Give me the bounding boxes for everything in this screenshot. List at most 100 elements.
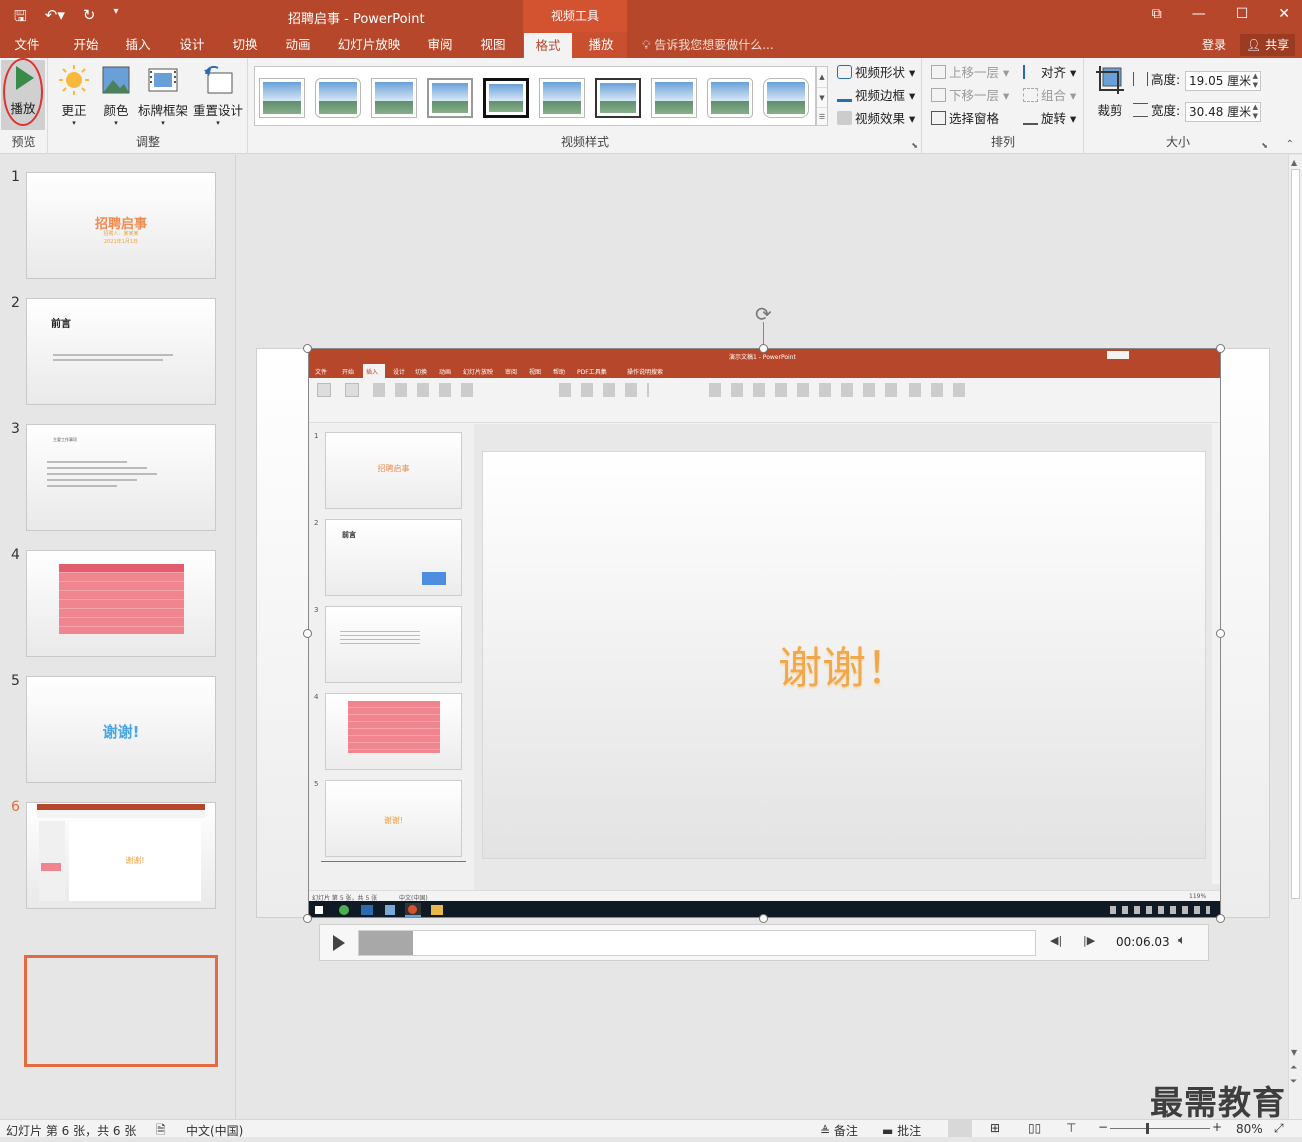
zoom-slider[interactable] [1110,1123,1210,1134]
resize-handle[interactable] [303,344,312,353]
align-button[interactable]: 对齐 ▾ [1023,63,1076,83]
tab-file[interactable]: 文件 [0,32,54,58]
notes-button[interactable]: ≜ 备注 [820,1122,858,1139]
timeline-bar[interactable] [358,930,1036,956]
video-style-7[interactable] [595,78,641,118]
video-effects-button[interactable]: 视频效果 ▾ [837,109,915,129]
video-style-3[interactable] [371,78,417,118]
tab-slideshow[interactable]: 幻灯片放映 [332,32,406,58]
play-button[interactable]: 播放 [1,58,45,130]
maximize-icon[interactable]: ☐ [1236,6,1249,22]
tab-design[interactable]: 设计 [168,32,216,58]
undo-icon[interactable]: ↶▾ [45,6,65,31]
resize-handle[interactable] [1216,344,1225,353]
slide-thumbnail-2[interactable]: 前言 [26,298,216,405]
selection-pane-button[interactable]: 选择窗格 [931,109,999,129]
redo-icon[interactable]: ↻ [83,6,96,31]
film-frame-icon [147,64,179,96]
text-line [47,485,117,487]
rotate-button[interactable]: 旋转 ▾ [1023,109,1076,129]
skip-back-icon[interactable]: ◀| [1050,934,1062,947]
slide-thumbnail-1[interactable]: 招聘启事 招聘人：某某某 2021年1月1日 [26,172,216,279]
gallery-more-icon[interactable]: ☰ [817,107,827,125]
resize-handle[interactable] [759,914,768,923]
height-input[interactable]: 19.05 厘米 ▲ ▼ [1185,71,1261,91]
resize-handle[interactable] [1216,914,1225,923]
resize-handle[interactable] [303,629,312,638]
video-style-8[interactable] [651,78,697,118]
slideshow-view-icon[interactable]: ⊤ [1066,1121,1076,1135]
spinner-arrows-icon[interactable]: ▲ ▼ [1253,103,1258,121]
correct-button[interactable]: 更正 ▾ [51,62,97,127]
align-label: 对齐 [1041,65,1067,80]
save-icon[interactable]: 🖫 [14,6,27,31]
ribbon-display-icon[interactable]: ⧉ [1152,6,1162,22]
scroll-up-icon[interactable]: ▲ [817,67,827,87]
minimize-icon[interactable]: — [1192,6,1206,22]
video-style-5[interactable] [483,78,529,118]
slide-sorter-icon[interactable]: ⊞ [990,1121,1000,1135]
reading-view-icon[interactable]: ▯▯ [1028,1121,1041,1135]
comments-button[interactable]: ▬ 批注 [882,1122,921,1139]
tab-playback[interactable]: 播放 [577,32,625,58]
vertical-scrollbar[interactable]: ▲ ▼ ⏶ ⏷ [1288,155,1302,1119]
video-border-button[interactable]: 视频边框 ▾ [837,86,915,106]
crop-button[interactable]: 裁剪 [1087,62,1133,119]
share-button[interactable]: 👤︎ 共享 [1240,34,1296,56]
comment-icon: ▬ [882,1124,898,1138]
color-button[interactable]: 颜色 ▾ [93,62,139,127]
previous-slide-icon[interactable]: ⏶ [1290,1063,1297,1073]
width-input[interactable]: 30.48 厘米 ▲ ▼ [1185,102,1261,122]
slide-thumbnail-5[interactable]: 谢谢! [26,676,216,783]
spinner-arrows-icon[interactable]: ▲ ▼ [1253,72,1258,90]
close-icon[interactable]: ✕ [1278,6,1290,22]
next-slide-icon[interactable]: ⏷ [1290,1077,1297,1087]
video-style-4[interactable] [427,78,473,118]
scroll-down-icon[interactable]: ▼ [817,87,827,107]
video-style-9[interactable] [707,78,753,118]
dialog-launcher-icon[interactable]: ⬊ [911,141,918,150]
play-video-icon[interactable] [332,934,346,955]
slide-thumbnail-4[interactable] [26,550,216,657]
video-style-10[interactable] [763,78,809,118]
video-style-6[interactable] [539,78,585,118]
poster-frame-button[interactable]: 标牌框架 ▾ [137,62,189,127]
gallery-scroll[interactable]: ▲ ▼ ☰ [816,66,828,126]
video-shape-button[interactable]: 视频形状 ▾ [837,63,915,83]
skip-forward-icon[interactable]: |▶ [1083,934,1095,947]
slide-thumbnail-6[interactable]: 谢谢! [26,802,216,909]
collapse-ribbon-icon[interactable]: ⌃ [1286,139,1294,150]
volume-icon[interactable]: 🔈︎ [1178,933,1186,948]
video-object[interactable]: 演示文稿1 - PowerPoint 文件 开始 插入 设计 切换 动画 幻灯片… [308,348,1221,918]
resize-handle[interactable] [303,914,312,923]
spellcheck-icon[interactable]: 🗎︎ [156,1121,166,1142]
tab-view[interactable]: 视图 [469,32,517,58]
slide-thumbnail-3[interactable]: 主要工作事项 [26,424,216,531]
scroll-thumb[interactable] [1291,169,1300,899]
customize-qat-icon[interactable]: ▾ [113,6,118,31]
tab-format[interactable]: 格式 [524,32,572,58]
scroll-up-icon[interactable]: ▲ [1291,158,1297,167]
dialog-launcher-icon[interactable]: ⬊ [1261,141,1268,150]
send-backward-button[interactable]: 下移一层 ▾ [931,86,1009,106]
video-style-2[interactable] [315,78,361,118]
scroll-down-icon[interactable]: ▼ [1291,1048,1297,1057]
tab-home[interactable]: 开始 [62,32,110,58]
resize-handle[interactable] [759,344,768,353]
video-style-1[interactable] [259,78,305,118]
tab-transitions[interactable]: 切换 [221,32,269,58]
language-indicator[interactable]: 中文(中国) [186,1122,243,1139]
resize-handle[interactable] [1216,629,1225,638]
normal-view-icon[interactable] [948,1120,972,1137]
login-link[interactable]: 登录 [1202,32,1226,58]
zoom-out-icon[interactable]: − [1098,1120,1108,1134]
bring-forward-button[interactable]: 上移一层 ▾ [931,63,1009,83]
tab-animations[interactable]: 动画 [274,32,322,58]
zoom-slider-thumb[interactable] [1146,1123,1149,1134]
tab-insert[interactable]: 插入 [114,32,162,58]
tab-review[interactable]: 审阅 [416,32,464,58]
tell-me-search[interactable]: 💡︎ 告诉我您想要做什么... [642,32,774,58]
group-objects-button[interactable]: 组合 ▾ [1023,86,1076,106]
zoom-level[interactable]: 80% [1236,1122,1263,1136]
reset-design-button[interactable]: 重置设计 ▾ [191,62,245,127]
